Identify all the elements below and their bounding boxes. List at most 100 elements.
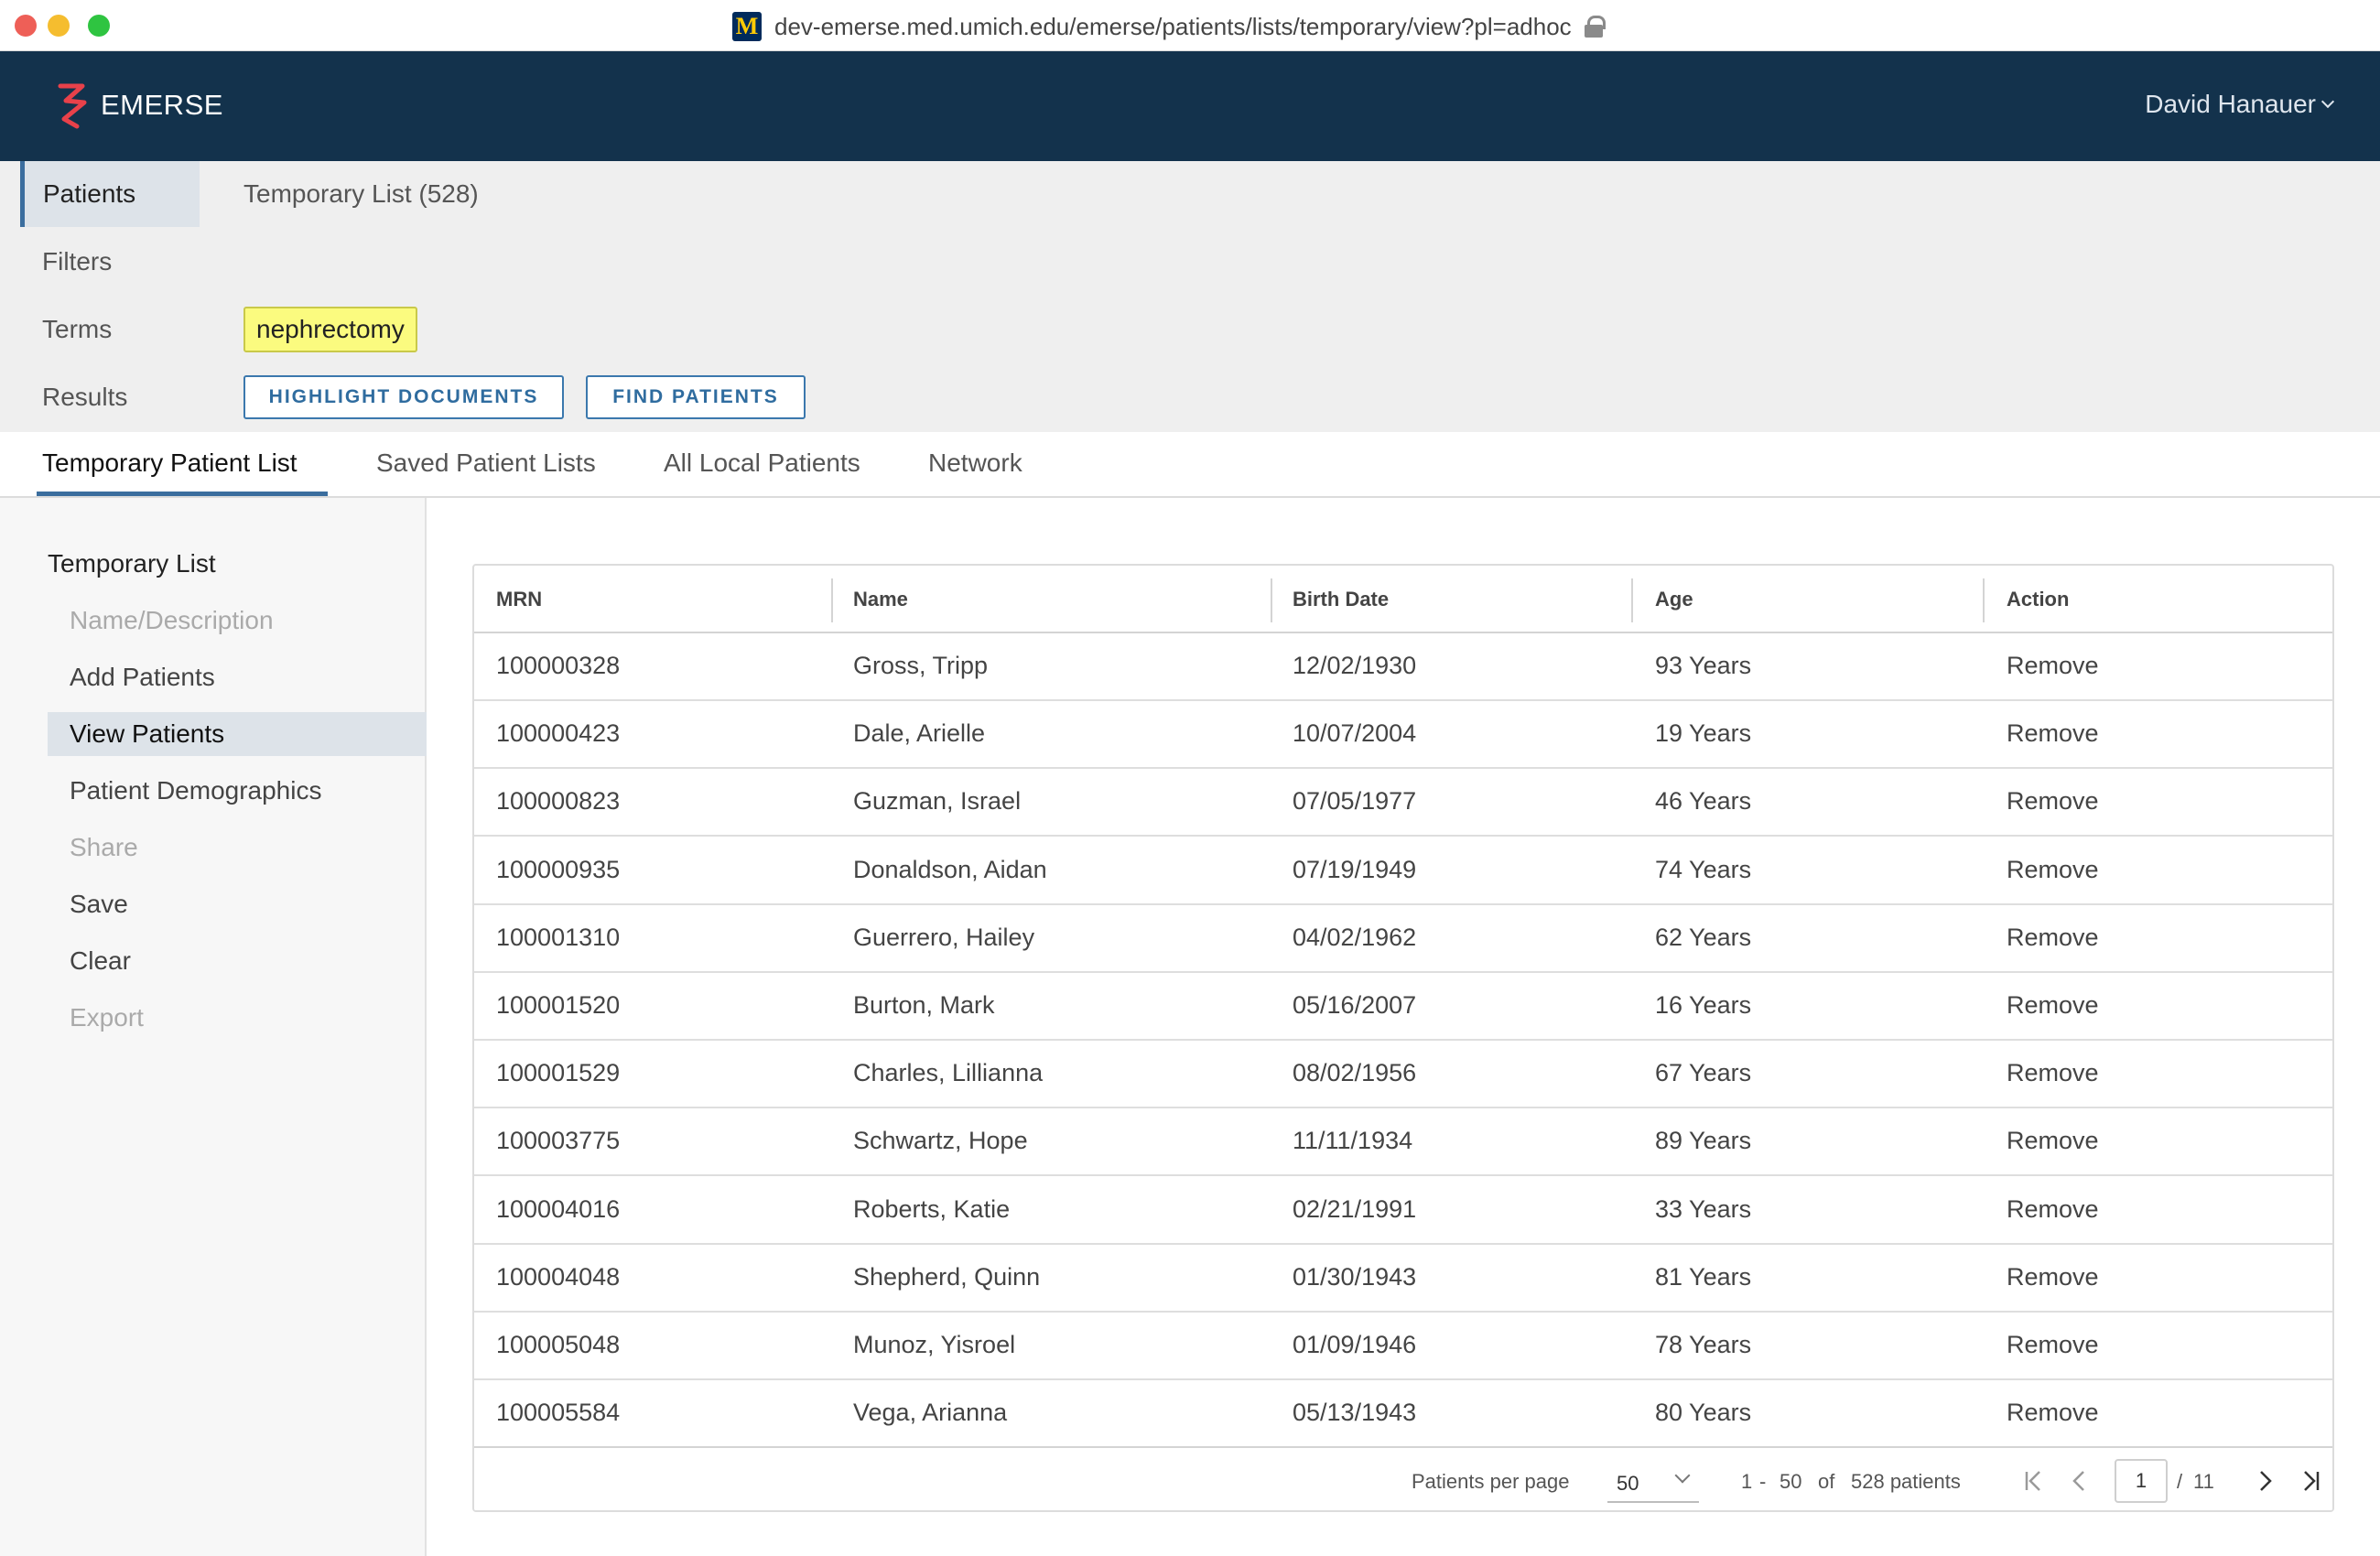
cell-birth-date: 12/02/1930: [1293, 652, 1417, 679]
cell-mrn: 100001529: [496, 1059, 621, 1087]
table-row: 100000935 Donaldson, Aidan 07/19/1949 74 Ye…: [474, 837, 2332, 905]
remove-patient-link[interactable]: Remove: [2007, 924, 2099, 952]
tab-saved-patient-lists[interactable]: Saved Patient Lists: [376, 448, 596, 478]
per-page-value: 50: [1617, 1472, 1639, 1495]
column-header-birth-date[interactable]: Birth Date: [1293, 588, 1389, 611]
user-name: David Hanauer: [2145, 90, 2316, 118]
remove-patient-link[interactable]: Remove: [2007, 991, 2099, 1020]
lock-icon: [1584, 16, 1606, 38]
remove-patient-link[interactable]: Remove: [2007, 652, 2099, 680]
total-pages: 11: [2193, 1470, 2214, 1493]
tab-temporary-patient-list[interactable]: Temporary Patient List: [42, 448, 298, 478]
column-header-age[interactable]: Age: [1655, 588, 1693, 611]
emerse-logo-icon: [58, 83, 87, 129]
cell-age: 62 Years: [1655, 923, 1752, 951]
minimize-window-button[interactable]: [48, 15, 70, 37]
patient-table: MRN Name Birth Date Age Action 100000328…: [472, 564, 2334, 1512]
remove-patient-link[interactable]: Remove: [2007, 787, 2099, 816]
table-row: 100005048 Munoz, Yisroel 01/09/1946 78 Year…: [474, 1313, 2332, 1380]
column-header-mrn[interactable]: MRN: [496, 588, 542, 611]
cell-birth-date: 04/02/1962: [1293, 923, 1417, 951]
table-row: 100004016 Roberts, Katie 02/21/1991 33 Year…: [474, 1177, 2332, 1245]
table-row: 100003775 Schwartz, Hope 11/11/1934 89 Year…: [474, 1108, 2332, 1177]
remove-patient-link[interactable]: Remove: [2007, 1059, 2099, 1087]
table-row: 100005584 Vega, Arianna 05/13/1943 80 Years…: [474, 1380, 2332, 1449]
cell-name: Roberts, Katie: [853, 1194, 1011, 1223]
table-header: MRN Name Birth Date Age Action: [474, 566, 2332, 633]
sidebar-item-patient-demographics[interactable]: Patient Demographics: [70, 776, 321, 805]
emerse-logo[interactable]: EMERSE: [55, 79, 223, 132]
cell-mrn: 100003775: [496, 1127, 621, 1155]
tab-network[interactable]: Network: [928, 448, 1022, 478]
cell-name: Shepherd, Quinn: [853, 1262, 1041, 1291]
remove-patient-link[interactable]: Remove: [2007, 856, 2099, 884]
term-chip[interactable]: nephrectomy: [243, 307, 417, 352]
current-page-input[interactable]: 1: [2115, 1459, 2168, 1503]
cell-birth-date: 08/02/1956: [1293, 1059, 1417, 1087]
cell-birth-date: 07/05/1977: [1293, 787, 1417, 816]
cell-name: Gross, Tripp: [853, 652, 989, 679]
cell-mrn: 100000823: [496, 787, 621, 816]
previous-page-icon[interactable]: [2061, 1461, 2098, 1501]
sidebar-item-name-description: Name/Description: [70, 606, 274, 634]
chevron-down-icon: [1674, 1467, 1691, 1484]
column-divider: [1983, 578, 1985, 622]
cell-age: 67 Years: [1655, 1059, 1752, 1087]
cell-mrn: 100004016: [496, 1194, 621, 1223]
cell-mrn: 100001310: [496, 923, 621, 951]
remove-patient-link[interactable]: Remove: [2007, 1195, 2099, 1224]
sidebar-item-save[interactable]: Save: [70, 890, 128, 919]
highlight-documents-button[interactable]: HIGHLIGHT DOCUMENTS: [243, 375, 564, 419]
last-page-icon[interactable]: [2292, 1461, 2329, 1501]
column-header-name[interactable]: Name: [853, 588, 908, 611]
search-summary: Patients Temporary List (528) Filters Te…: [0, 161, 2380, 432]
cell-age: 74 Years: [1655, 855, 1752, 883]
summary-label-filters[interactable]: Filters: [42, 247, 112, 276]
range-end: 50: [1780, 1470, 1802, 1493]
tab-all-local-patients[interactable]: All Local Patients: [664, 448, 860, 478]
browser-chrome: M dev-emerse.med.umich.edu/emerse/patien…: [0, 0, 2380, 51]
summary-label-terms[interactable]: Terms: [42, 315, 112, 344]
summary-patients-row[interactable]: Patients: [20, 161, 200, 227]
sidebar-item-add-patients[interactable]: Add Patients: [70, 663, 215, 692]
cell-birth-date: 05/16/2007: [1293, 991, 1417, 1019]
cell-name: Munoz, Yisroel: [853, 1331, 1016, 1358]
per-page-select[interactable]: 50: [1607, 1459, 1699, 1503]
column-divider: [1271, 578, 1272, 622]
find-patients-button[interactable]: FIND PATIENTS: [586, 375, 806, 419]
remove-patient-link[interactable]: Remove: [2007, 719, 2099, 748]
cell-mrn: 100005048: [496, 1331, 621, 1358]
remove-patient-link[interactable]: Remove: [2007, 1399, 2099, 1427]
column-divider: [831, 578, 833, 622]
page-separator: /: [2177, 1470, 2183, 1493]
next-page-icon[interactable]: [2246, 1461, 2283, 1501]
maximize-window-button[interactable]: [88, 15, 110, 37]
cell-name: Guzman, Israel: [853, 787, 1022, 816]
cell-age: 89 Years: [1655, 1127, 1752, 1155]
cell-age: 78 Years: [1655, 1331, 1752, 1358]
sidebar-item-clear[interactable]: Clear: [70, 946, 131, 976]
table-row: 100000423 Dale, Arielle 10/07/2004 19 Years…: [474, 701, 2332, 770]
temporary-list-title: Temporary List (528): [243, 179, 479, 208]
range-dash: -: [1759, 1470, 1767, 1493]
cell-age: 46 Years: [1655, 787, 1752, 816]
first-page-icon[interactable]: [2016, 1461, 2052, 1501]
user-menu[interactable]: David Hanauer: [2145, 90, 2335, 119]
cell-name: Schwartz, Hope: [853, 1127, 1028, 1155]
cell-age: 16 Years: [1655, 991, 1752, 1019]
remove-patient-link[interactable]: Remove: [2007, 1331, 2099, 1359]
table-pagination: Patients per page 50 1 - 50 of 528 patie…: [474, 1446, 2332, 1510]
per-page-label: Patients per page: [1412, 1470, 1570, 1493]
sidebar-item-export: Export: [70, 1003, 144, 1032]
remove-patient-link[interactable]: Remove: [2007, 1263, 2099, 1291]
sidebar-item-view-patients[interactable]: View Patients: [70, 719, 224, 749]
range-of-label: of: [1818, 1470, 1835, 1493]
sidebar: Temporary List Name/Description Add Pati…: [0, 498, 427, 1556]
remove-patient-link[interactable]: Remove: [2007, 1127, 2099, 1155]
cell-mrn: 100000935: [496, 855, 621, 883]
cell-mrn: 100001520: [496, 991, 621, 1019]
close-window-button[interactable]: [15, 15, 37, 37]
address-bar[interactable]: M dev-emerse.med.umich.edu/emerse/patien…: [732, 11, 1606, 42]
column-header-action: Action: [2007, 588, 2070, 611]
range-start: 1: [1741, 1470, 1753, 1493]
